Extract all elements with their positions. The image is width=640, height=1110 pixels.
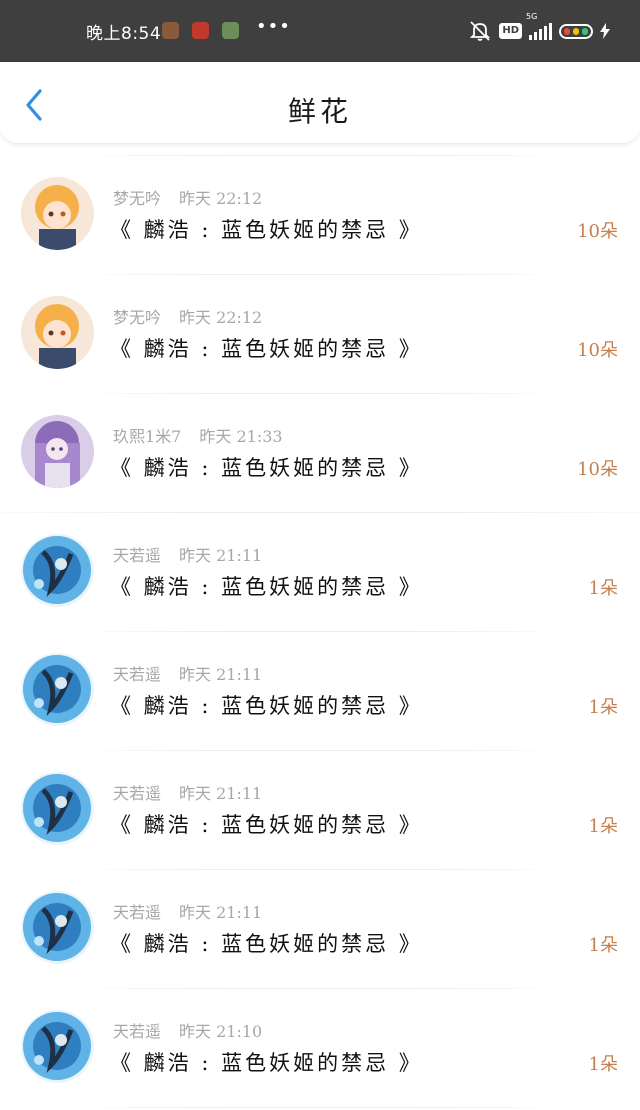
list-item[interactable]: 天若遥 昨天 21:11 《 麟浩 : 蓝色妖姬的禁忌 》 1朵 — [0, 869, 640, 988]
flower-count: 1朵 — [588, 697, 618, 718]
user-name[interactable]: 玖熙1米7 — [113, 427, 181, 446]
gift-meta: 玖熙1米7 昨天 21:33 — [113, 423, 283, 447]
avatar — [21, 891, 94, 964]
timestamp: 昨天 22:12 — [179, 189, 263, 208]
avatar — [21, 653, 94, 726]
signal-icon: 5G — [526, 12, 552, 40]
book-title[interactable]: 《 麟浩 : 蓝色妖姬的禁忌 》 — [110, 690, 423, 720]
flower-count: 10朵 — [577, 221, 618, 242]
flower-count: 1朵 — [588, 935, 618, 956]
timestamp: 昨天 21:11 — [179, 784, 263, 803]
list-item[interactable]: 天若遥 昨天 21:11 《 麟浩 : 蓝色妖姬的禁忌 》 1朵 — [0, 750, 640, 869]
book-title[interactable]: 《 麟浩 : 蓝色妖姬的禁忌 》 — [110, 452, 423, 482]
book-title[interactable]: 《 麟浩 : 蓝色妖姬的禁忌 》 — [110, 928, 423, 958]
gift-meta: 天若遥 昨天 21:11 — [113, 899, 262, 923]
app-header: 鲜花 — [0, 62, 640, 144]
more-notifications-icon: ••• — [256, 16, 291, 37]
gift-meta: 梦无吟 昨天 22:12 — [113, 304, 262, 328]
user-name[interactable]: 梦无吟 — [113, 308, 161, 327]
gift-meta: 天若遥 昨天 21:10 — [113, 1018, 262, 1042]
avatar — [21, 177, 94, 250]
book-title[interactable]: 《 麟浩 : 蓝色妖姬的禁忌 》 — [110, 214, 423, 244]
flower-count: 10朵 — [577, 459, 618, 480]
flower-count: 1朵 — [588, 578, 618, 599]
list-item[interactable]: 梦无吟 昨天 22:12 《 麟浩 : 蓝色妖姬的禁忌 》 10朵 — [0, 274, 640, 393]
avatar — [21, 772, 94, 845]
timestamp: 昨天 21:11 — [179, 546, 263, 565]
timestamp: 昨天 21:33 — [199, 427, 283, 446]
avatar — [21, 534, 94, 607]
user-name[interactable]: 天若遥 — [113, 546, 161, 565]
avatar — [21, 296, 94, 369]
gift-meta: 天若遥 昨天 21:11 — [113, 542, 262, 566]
timestamp: 昨天 21:11 — [179, 903, 263, 922]
gift-meta: 天若遥 昨天 21:11 — [113, 780, 262, 804]
list-item[interactable]: 梦无吟 昨天 22:12 《 麟浩 : 蓝色妖姬的禁忌 》 10朵 — [0, 155, 640, 274]
flower-count: 10朵 — [577, 340, 618, 361]
book-title[interactable]: 《 麟浩 : 蓝色妖姬的禁忌 》 — [110, 333, 423, 363]
flower-count: 1朵 — [588, 816, 618, 837]
status-icons: HD 5G — [468, 12, 610, 42]
app-notification-icon — [192, 22, 209, 39]
list-item[interactable]: 天若遥 昨天 21:10 《 麟浩 : 蓝色妖姬的禁忌 》 1朵 — [0, 988, 640, 1107]
user-name[interactable]: 天若遥 — [113, 665, 161, 684]
list-item[interactable]: 天若遥 昨天 21:11 《 麟浩 : 蓝色妖姬的禁忌 》 1朵 — [0, 631, 640, 750]
app-notification-icon — [162, 22, 179, 39]
avatar — [21, 415, 94, 488]
divider — [100, 1107, 540, 1108]
hd-icon: HD — [499, 23, 522, 39]
book-title[interactable]: 《 麟浩 : 蓝色妖姬的禁忌 》 — [110, 571, 423, 601]
avatar — [21, 1010, 94, 1083]
timestamp: 昨天 22:12 — [179, 308, 263, 327]
book-title[interactable]: 《 麟浩 : 蓝色妖姬的禁忌 》 — [110, 1047, 423, 1077]
user-name[interactable]: 天若遥 — [113, 784, 161, 803]
charging-icon — [600, 23, 610, 39]
user-name[interactable]: 天若遥 — [113, 903, 161, 922]
book-title[interactable]: 《 麟浩 : 蓝色妖姬的禁忌 》 — [110, 809, 423, 839]
list-item[interactable]: 玖熙1米7 昨天 21:33 《 麟浩 : 蓝色妖姬的禁忌 》 10朵 — [0, 393, 640, 512]
app-notification-icon — [222, 22, 239, 39]
network-label: 5G — [526, 12, 538, 21]
user-name[interactable]: 梦无吟 — [113, 189, 161, 208]
page-title: 鲜花 — [287, 95, 352, 128]
battery-icon — [559, 23, 593, 39]
status-time: 晚上8:54 — [86, 24, 162, 44]
gift-meta: 天若遥 昨天 21:11 — [113, 661, 262, 685]
flower-count: 1朵 — [588, 1054, 618, 1075]
flower-gift-list: 梦无吟 昨天 22:12 《 麟浩 : 蓝色妖姬的禁忌 》 10朵 梦无吟 昨天 2… — [0, 155, 640, 1110]
user-name[interactable]: 天若遥 — [113, 1022, 161, 1041]
mute-icon — [470, 21, 491, 41]
timestamp: 昨天 21:11 — [179, 665, 263, 684]
gift-meta: 梦无吟 昨天 22:12 — [113, 185, 262, 209]
status-bar: 晚上8:54 ••• HD 5G — [0, 0, 640, 62]
timestamp: 昨天 21:10 — [179, 1022, 263, 1041]
list-item[interactable]: 天若遥 昨天 21:11 《 麟浩 : 蓝色妖姬的禁忌 》 1朵 — [0, 512, 640, 631]
